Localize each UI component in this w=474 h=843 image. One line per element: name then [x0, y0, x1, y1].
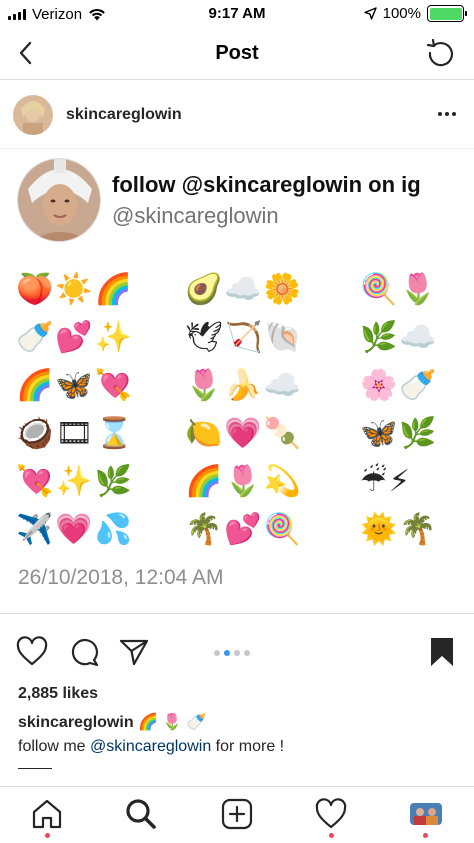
status-bar: Verizon 9:17 AM 100%: [0, 0, 474, 28]
home-icon[interactable]: [30, 797, 64, 831]
emoji-group: 🌸🍼: [360, 368, 439, 403]
user-avatar[interactable]: [13, 95, 53, 135]
emoji-group: 🥥🎞⌛: [16, 416, 135, 451]
emoji-row: 🍑☀️🌈 🥑☁️🌼 🍭🌷: [0, 270, 474, 318]
post-username[interactable]: skincareglowin: [66, 106, 182, 124]
emoji-group: 🌈🌷💫: [185, 464, 304, 499]
caption-emojis: 🌈 🌷 🍼: [133, 714, 207, 731]
search-icon[interactable]: [124, 797, 158, 831]
emoji-group: 🥑☁️🌼: [185, 272, 304, 307]
emoji-group: ☔⚡: [360, 464, 412, 499]
promo-handle: @skincareglowin: [112, 203, 279, 228]
battery-icon: [427, 5, 467, 22]
caption-text: follow me @skincareglowin for more !: [18, 738, 284, 756]
divider: [0, 613, 474, 614]
more-options-icon[interactable]: [438, 112, 456, 116]
post-timestamp: 26/10/2018, 12:04 AM: [18, 566, 224, 589]
activity-heart-icon[interactable]: [314, 797, 348, 831]
caption-mention[interactable]: @skincareglowin: [90, 738, 211, 755]
caption-username[interactable]: skincareglowin: [18, 714, 134, 731]
emoji-group: 🍼💕✨: [16, 320, 135, 355]
comment-icon[interactable]: [68, 636, 100, 668]
emoji-row: ✈️💗💦 🌴💕🍭 🌞🌴: [0, 510, 474, 558]
likes-count[interactable]: 2,885 likes: [18, 685, 98, 703]
carousel-dot: [234, 650, 240, 656]
notification-dot: [45, 833, 50, 838]
carousel-dot: [224, 650, 230, 656]
carousel-indicator: [214, 650, 250, 656]
heart-icon[interactable]: [16, 636, 48, 668]
emoji-group: ✈️💗💦: [16, 512, 135, 547]
more-rule: [18, 768, 52, 769]
emoji-group: 🌴💕🍭: [185, 512, 304, 547]
caption-prefix: follow me: [18, 738, 91, 755]
emoji-row: 🥥🎞⌛ 🍋💗🍡 🦋🌿: [0, 414, 474, 462]
emoji-row: 💘✨🌿 🌈🌷💫 ☔⚡: [0, 462, 474, 510]
caption-header: skincareglowin 🌈 🌷 🍼: [18, 712, 207, 732]
post-actions: [0, 636, 474, 672]
notification-dot: [423, 833, 428, 838]
status-right: 100%: [363, 5, 467, 22]
refresh-icon[interactable]: [424, 36, 458, 70]
emoji-row: 🍼💕✨ 🕊🏹🐚 🌿☁️: [0, 318, 474, 366]
battery-percent: 100%: [382, 5, 421, 22]
post-header: skincareglowin: [0, 90, 474, 142]
profile-thumbnail[interactable]: [410, 803, 442, 825]
caption-suffix: for more !: [211, 738, 285, 755]
location-arrow-icon: [363, 7, 377, 20]
tab-bar: [0, 786, 474, 843]
emoji-group: 🕊🏹🐚: [185, 320, 304, 355]
emoji-group: 🌞🌴: [360, 512, 439, 547]
emoji-group: 💘✨🌿: [16, 464, 135, 499]
emoji-row: 🌈🦋💘 🌷🍌☁️ 🌸🍼: [0, 366, 474, 414]
emoji-group: 🍭🌷: [360, 272, 439, 307]
promo-avatar: [17, 158, 101, 242]
emoji-group: 🌈🦋💘: [16, 368, 135, 403]
emoji-group: 🍑☀️🌈: [16, 272, 135, 307]
carousel-dot: [214, 650, 220, 656]
divider: [0, 148, 474, 149]
new-post-icon[interactable]: [220, 797, 254, 831]
carousel-dot: [244, 650, 250, 656]
emoji-group: 🌷🍌☁️: [185, 368, 304, 403]
emoji-group: 🦋🌿: [360, 416, 439, 451]
bookmark-icon[interactable]: [426, 636, 458, 668]
share-icon[interactable]: [118, 636, 150, 668]
emoji-group: 🍋💗🍡: [185, 416, 304, 451]
page-title: Post: [215, 42, 259, 64]
promo-title: follow @skincareglowin on ig: [112, 172, 421, 197]
nav-bar: Post: [0, 28, 474, 80]
emoji-group: 🌿☁️: [360, 320, 439, 355]
notification-dot: [329, 833, 334, 838]
